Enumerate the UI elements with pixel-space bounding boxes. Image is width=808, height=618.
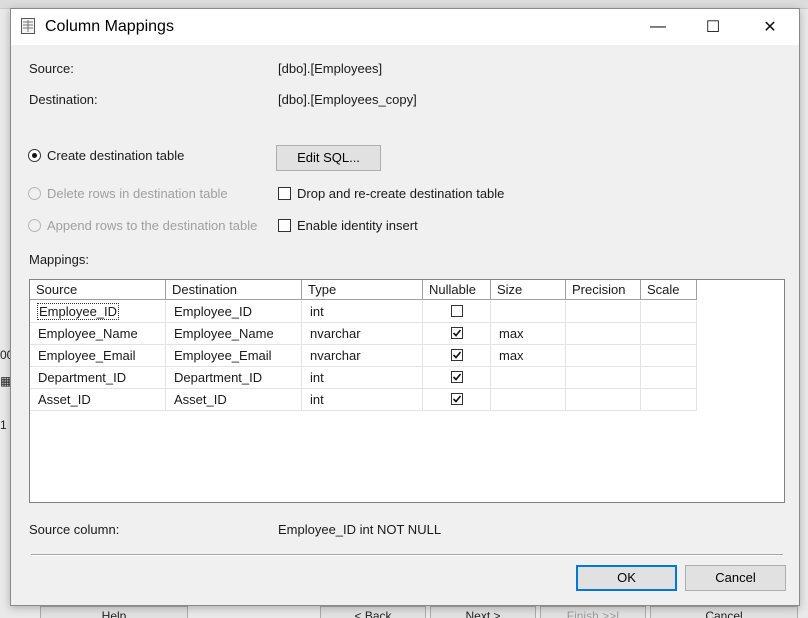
checkmark-icon (452, 395, 462, 403)
source-label: Source: (29, 61, 74, 76)
background-wizard-buttons: Help < Back Next > Finish >>| Cancel (40, 606, 800, 618)
column-header-precision[interactable]: Precision (566, 280, 641, 300)
checkmark-icon (452, 329, 462, 337)
title-bar[interactable]: Column Mappings — ☐ ✕ (11, 9, 799, 45)
background-fragment: 1 (0, 418, 7, 432)
table-row[interactable]: Employee_Name Employee_Name nvarchar max (30, 323, 697, 345)
type-cell[interactable]: nvarchar (302, 345, 423, 367)
drop-recreate-label[interactable]: Drop and re-create destination table (297, 186, 504, 201)
table-mapping-icon (21, 18, 35, 34)
identity-insert-checkbox[interactable] (278, 219, 291, 232)
drop-recreate-checkbox[interactable] (278, 187, 291, 200)
nullable-checkbox[interactable] (451, 327, 463, 339)
source-cell[interactable]: Asset_ID (30, 389, 166, 411)
destination-cell[interactable]: Asset_ID (166, 389, 302, 411)
background-finish-button: Finish >>| (540, 606, 646, 618)
mappings-grid[interactable]: Source Destination Type Nullable Size Pr… (29, 279, 785, 503)
scale-cell[interactable] (641, 345, 697, 367)
close-button[interactable]: ✕ (747, 9, 793, 45)
delete-rows-radio (28, 187, 41, 200)
ok-button[interactable]: OK (576, 565, 677, 591)
scale-cell[interactable] (641, 301, 697, 323)
precision-cell[interactable] (566, 301, 641, 323)
source-cell-text: Employee_ID (36, 303, 120, 320)
destination-cell[interactable]: Employee_Email (166, 345, 302, 367)
append-rows-radio (28, 219, 41, 232)
type-cell[interactable]: nvarchar (302, 323, 423, 345)
minimize-button[interactable]: — (635, 9, 681, 45)
destination-label: Destination: (29, 92, 98, 107)
nullable-cell[interactable] (423, 367, 491, 389)
precision-cell[interactable] (566, 367, 641, 389)
table-row[interactable]: Employee_ID Employee_ID int (30, 301, 697, 323)
nullable-checkbox[interactable] (451, 393, 463, 405)
destination-cell[interactable]: Employee_Name (166, 323, 302, 345)
radio-selected-dot (32, 153, 37, 158)
destination-cell[interactable]: Department_ID (166, 367, 302, 389)
append-rows-label: Append rows to the destination table (47, 218, 258, 233)
background-next-button[interactable]: Next > (430, 606, 536, 618)
nullable-checkbox[interactable] (451, 371, 463, 383)
column-header-destination[interactable]: Destination (166, 280, 302, 300)
source-column-value: Employee_ID int NOT NULL (278, 522, 442, 537)
column-mappings-dialog: Column Mappings — ☐ ✕ Source: [dbo].[Emp… (10, 8, 800, 606)
column-header-size[interactable]: Size (491, 280, 566, 300)
table-row[interactable]: Employee_Email Employee_Email nvarchar m… (30, 345, 697, 367)
size-cell[interactable] (491, 389, 566, 411)
dialog-title: Column Mappings (45, 18, 174, 35)
size-cell[interactable] (491, 367, 566, 389)
scale-cell[interactable] (641, 323, 697, 345)
source-cell[interactable]: Department_ID (30, 367, 166, 389)
column-header-source[interactable]: Source (30, 280, 166, 300)
edit-sql-button[interactable]: Edit SQL... (276, 145, 381, 171)
background-back-button[interactable]: < Back (320, 606, 426, 618)
source-cell[interactable]: Employee_ID (30, 301, 166, 323)
background-cancel-button[interactable]: Cancel (650, 606, 798, 618)
cancel-button[interactable]: Cancel (685, 565, 786, 591)
nullable-cell[interactable] (423, 389, 491, 411)
type-cell[interactable]: int (302, 389, 423, 411)
identity-insert-label[interactable]: Enable identity insert (297, 218, 418, 233)
background-help-button[interactable]: Help (40, 606, 188, 618)
size-cell[interactable] (491, 301, 566, 323)
scale-cell[interactable] (641, 367, 697, 389)
size-cell[interactable]: max (491, 323, 566, 345)
nullable-checkbox[interactable] (451, 349, 463, 361)
type-cell[interactable]: int (302, 301, 423, 323)
nullable-checkbox[interactable] (451, 305, 463, 317)
column-header-scale[interactable]: Scale (641, 280, 697, 300)
scale-cell[interactable] (641, 389, 697, 411)
source-cell[interactable]: Employee_Email (30, 345, 166, 367)
precision-cell[interactable] (566, 323, 641, 345)
precision-cell[interactable] (566, 389, 641, 411)
create-table-label[interactable]: Create destination table (47, 148, 184, 163)
destination-value: [dbo].[Employees_copy] (278, 92, 417, 107)
mappings-label: Mappings: (29, 252, 89, 267)
grid-header: Source Destination Type Nullable Size Pr… (30, 280, 697, 301)
checkmark-icon (452, 351, 462, 359)
table-row[interactable]: Asset_ID Asset_ID int (30, 389, 697, 411)
create-table-radio[interactable] (28, 149, 41, 162)
dialog-separator (31, 554, 783, 556)
table-row[interactable]: Department_ID Department_ID int (30, 367, 697, 389)
column-header-nullable[interactable]: Nullable (423, 280, 491, 300)
maximize-icon: ☐ (705, 19, 721, 36)
checkmark-icon (452, 373, 462, 381)
source-column-label: Source column: (29, 522, 120, 537)
nullable-cell[interactable] (423, 323, 491, 345)
maximize-button[interactable]: ☐ (690, 9, 736, 45)
delete-rows-label: Delete rows in destination table (47, 186, 228, 201)
minimize-icon: — (650, 18, 666, 35)
source-cell[interactable]: Employee_Name (30, 323, 166, 345)
close-icon: ✕ (763, 19, 777, 36)
column-header-type[interactable]: Type (302, 280, 423, 300)
type-cell[interactable]: int (302, 367, 423, 389)
nullable-cell[interactable] (423, 301, 491, 323)
size-cell[interactable]: max (491, 345, 566, 367)
destination-cell[interactable]: Employee_ID (166, 301, 302, 323)
source-value: [dbo].[Employees] (278, 61, 383, 76)
nullable-cell[interactable] (423, 345, 491, 367)
precision-cell[interactable] (566, 345, 641, 367)
